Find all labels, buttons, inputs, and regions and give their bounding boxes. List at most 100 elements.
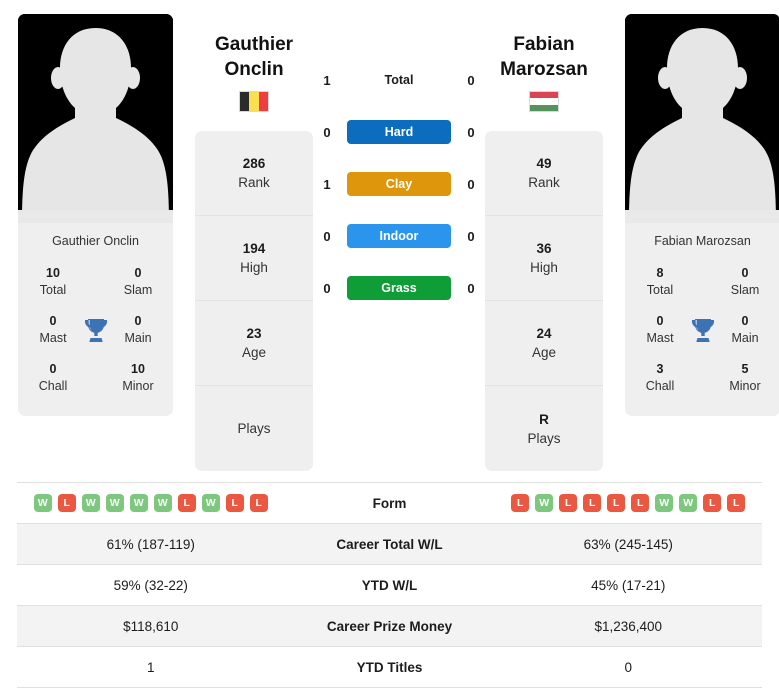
form-badge-win[interactable]: W (535, 494, 554, 512)
rank-cell-high: 36 High (485, 216, 603, 301)
form-badge-win[interactable]: W (679, 494, 698, 512)
h2h-row-clay: 1 Clay 0 (313, 172, 485, 196)
form-badge-win[interactable]: W (105, 494, 124, 512)
titles-row: 10 Total 0 Slam (24, 260, 167, 308)
form-badge-loss[interactable]: L (177, 494, 196, 512)
stat-value: 0 (49, 362, 57, 376)
table-row-ytd-titles: 1 YTD Titles 0 (17, 647, 762, 688)
row-label-ytd-wl: YTD W/L (361, 577, 418, 593)
h2h-label-clay[interactable]: Clay (347, 172, 451, 196)
form-badge-loss[interactable]: L (727, 494, 746, 512)
left-player-card-name: Gauthier Onclin (52, 234, 139, 248)
rank-value: 49 (536, 156, 552, 171)
form-badge-loss[interactable]: L (57, 494, 76, 512)
table-row-ytd-wl: 59% (32-22) YTD W/L 45% (17-21) (17, 565, 762, 606)
name-line-1: Fabian (513, 34, 575, 55)
stat-value: 0 (741, 266, 749, 280)
stat-value: 10 (46, 266, 60, 280)
stat-label: Chall (645, 379, 675, 393)
h2h-label-total: Total (384, 73, 414, 87)
stat-label: Minor (122, 379, 154, 393)
right-player-titles: 8 Total 0 Slam 0 Mast 0 Main 3 Chall 5 M… (625, 260, 779, 416)
stat-total: 8 Total (637, 265, 683, 299)
h2h-label-grass[interactable]: Grass (347, 276, 451, 300)
stat-value: 0 (741, 314, 749, 328)
form-badge-loss[interactable]: L (559, 494, 578, 512)
stat-value: 5 (741, 362, 749, 376)
titles-row: 0 Mast 0 Main (24, 308, 167, 356)
hungary-flag-icon (529, 91, 559, 112)
h2h-label-indoor[interactable]: Indoor (347, 224, 451, 248)
stat-label: Total (646, 283, 674, 297)
stat-value: 3 (656, 362, 664, 376)
form-badge-win[interactable]: W (33, 494, 52, 512)
rank-value: 286 (242, 156, 266, 171)
rank-label: Rank (528, 175, 560, 190)
stat-label: Main (731, 331, 759, 345)
stat-value: 0 (49, 314, 57, 328)
form-badge-loss[interactable]: L (703, 494, 722, 512)
left-player-name[interactable]: Gauthier Onclin (195, 32, 313, 82)
right-player-card[interactable]: Fabian Marozsan 8 Total 0 Slam 0 Mast 0 … (625, 14, 779, 416)
stat-value: 0 (656, 314, 664, 328)
h2h-right-score: 0 (467, 280, 475, 296)
stat-slam: 0 Slam (115, 265, 161, 299)
trophy-icon (689, 315, 717, 345)
stat-label: Slam (730, 283, 760, 297)
right-career-total-wl: 63% (245-145) (583, 536, 673, 552)
right-ytd-titles: 0 (624, 659, 632, 675)
stat-value: 8 (656, 266, 664, 280)
form-badge-win[interactable]: W (129, 494, 148, 512)
left-career-total-wl: 61% (187-119) (106, 536, 195, 552)
name-line-2: Marozsan (500, 59, 588, 80)
h2h-right-score: 0 (467, 228, 475, 244)
right-form-strip: LWLLLLWWLL (511, 494, 746, 512)
right-player-name[interactable]: Fabian Marozsan (485, 32, 603, 82)
table-row-form: WLWWWWLWLL Form LWLLLLWWLL (17, 483, 762, 524)
rank-cell-rank: 49 Rank (485, 131, 603, 216)
h2h-left-score: 0 (323, 280, 331, 296)
titles-row: 8 Total 0 Slam (631, 260, 774, 308)
table-row-career-prize-money: $118,610 Career Prize Money $1,236,400 (17, 606, 762, 647)
stat-label: Minor (729, 379, 761, 393)
form-badge-win[interactable]: W (81, 494, 100, 512)
rank-value: 23 (246, 326, 262, 341)
form-badge-win[interactable]: W (153, 494, 172, 512)
form-badge-loss[interactable]: L (631, 494, 650, 512)
h2h-row-hard: 0 Hard 0 (313, 120, 485, 144)
rank-cell-age: 24 Age (485, 301, 603, 386)
form-badge-loss[interactable]: L (607, 494, 626, 512)
right-career-prize-money: $1,236,400 (594, 618, 663, 634)
rank-cell-rank: 286 Rank (195, 131, 313, 216)
stat-label: Chall (38, 379, 68, 393)
form-badge-loss[interactable]: L (583, 494, 602, 512)
stat-total: 10 Total (30, 265, 76, 299)
left-player-ranking-box: 286 Rank 194 High 23 Age Plays (195, 131, 313, 471)
rank-cell-age: 23 Age (195, 301, 313, 386)
stat-label: Mast (39, 331, 67, 345)
rank-label: Plays (237, 421, 271, 436)
table-row-career-total-wl: 61% (187-119) Career Total W/L 63% (245-… (17, 524, 762, 565)
form-badge-win[interactable]: W (201, 494, 220, 512)
form-badge-loss[interactable]: L (511, 494, 530, 512)
rank-cell-plays: Plays (195, 386, 313, 471)
h2h-left-score: 0 (323, 228, 331, 244)
left-player-card[interactable]: Gauthier Onclin 10 Total 0 Slam 0 Mast 0… (18, 14, 173, 416)
form-badge-loss[interactable]: L (225, 494, 244, 512)
form-badge-loss[interactable]: L (249, 494, 268, 512)
row-label-career-prize-money: Career Prize Money (326, 618, 453, 634)
right-form-cell: LWLLLLWWLL (495, 494, 763, 512)
rank-value: 194 (242, 241, 266, 256)
form-badge-win[interactable]: W (655, 494, 674, 512)
left-player-avatar (18, 14, 173, 223)
left-player-titles: 10 Total 0 Slam 0 Mast 0 Main 0 Chall 10… (18, 260, 173, 416)
left-ytd-wl: 59% (32-22) (113, 577, 188, 593)
row-label-career-total-wl: Career Total W/L (336, 536, 443, 552)
right-player-card-name: Fabian Marozsan (654, 234, 751, 248)
belgium-flag-icon (239, 91, 269, 112)
row-label-ytd-titles: YTD Titles (356, 659, 423, 675)
rank-value: R (539, 411, 549, 427)
h2h-label-hard[interactable]: Hard (347, 120, 451, 144)
stat-value: 0 (134, 314, 142, 328)
rank-value: 36 (536, 241, 552, 256)
